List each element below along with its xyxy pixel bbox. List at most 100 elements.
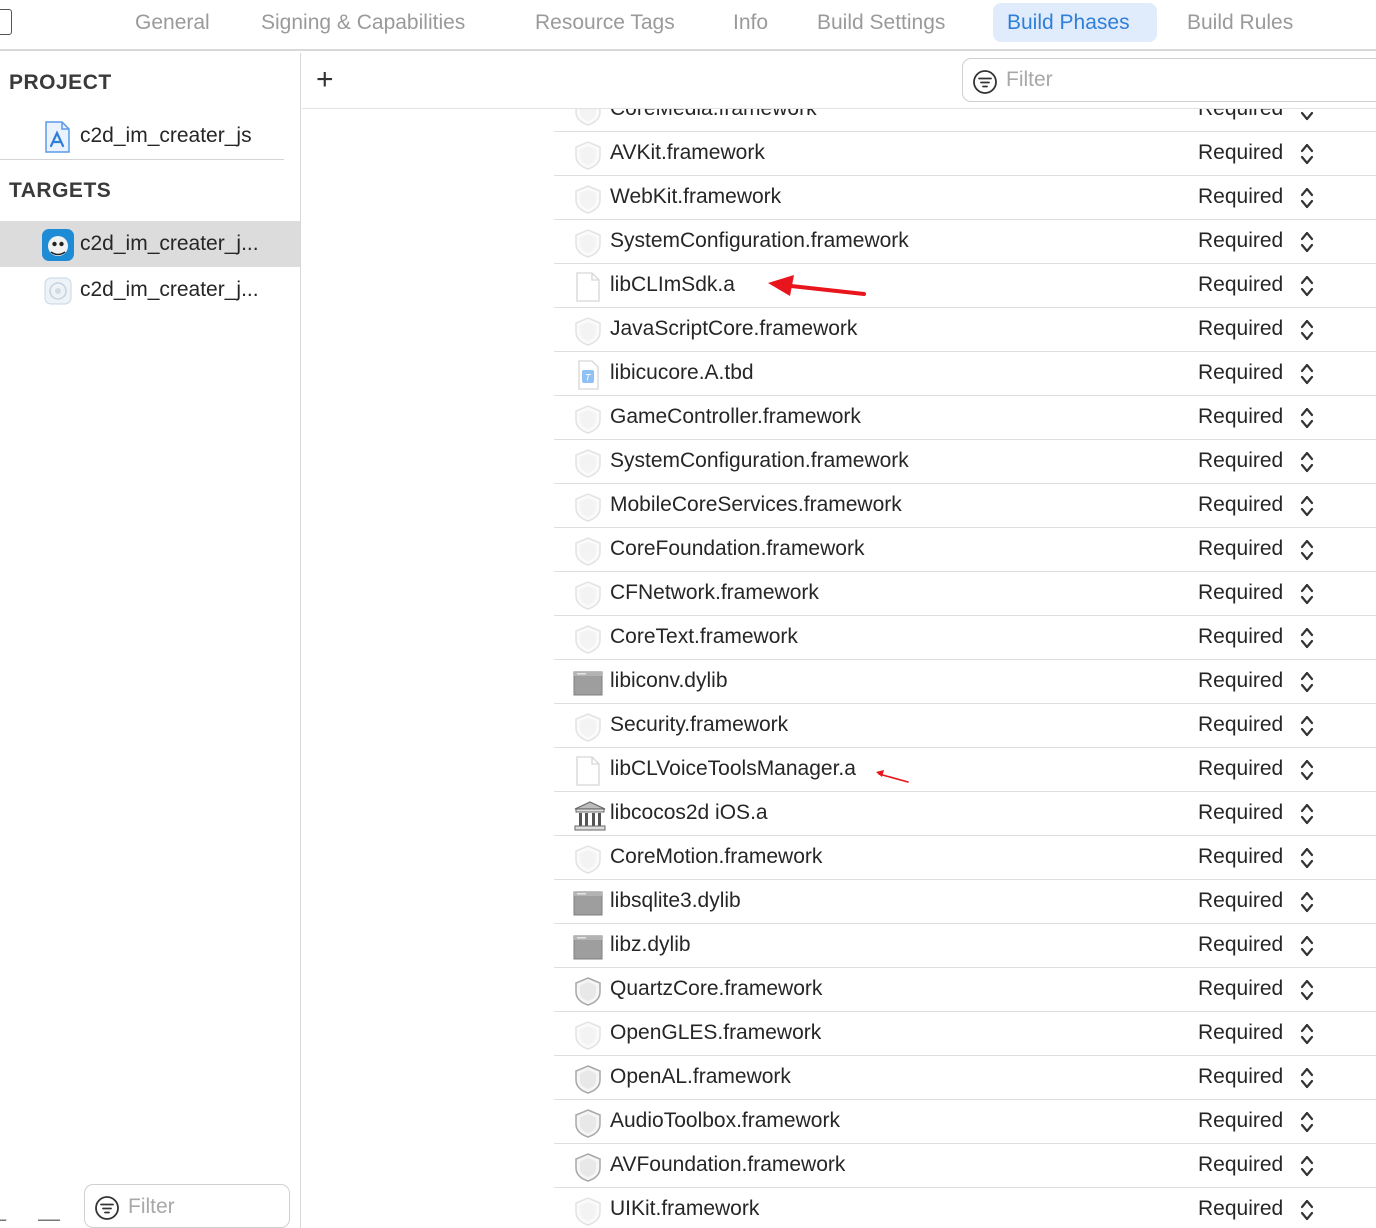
chevron-up-down-icon[interactable] [1300,625,1314,651]
chevron-up-down-icon[interactable] [1300,757,1314,783]
framework-dark-icon [573,1152,603,1182]
tab-build-phases[interactable]: Build Phases [993,3,1157,42]
chevron-up-down-icon[interactable] [1300,669,1314,695]
library-status-popup[interactable]: Required [1198,713,1283,737]
tab-general[interactable]: General [121,3,224,42]
sidebar-add-icon[interactable]: – [0,1206,6,1228]
chevron-up-down-icon[interactable] [1300,185,1314,211]
chevron-up-down-icon[interactable] [1300,141,1314,167]
library-status-popup[interactable]: Required [1198,141,1283,165]
library-row[interactable]: AVFoundation.framework Required [554,1144,1376,1188]
library-name: libCLImSdk.a [610,273,735,296]
library-row[interactable]: AudioToolbox.framework Required [554,1100,1376,1144]
editor-filter-field[interactable]: Filter [962,58,1376,102]
library-row[interactable]: QuartzCore.framework Required [554,968,1376,1012]
library-row[interactable]: UIKit.framework Required [554,1188,1376,1228]
library-status-popup[interactable]: Required [1198,317,1283,341]
framework-icon [573,1196,603,1226]
chevron-up-down-icon[interactable] [1300,361,1314,387]
chevron-up-down-icon[interactable] [1300,713,1314,739]
library-status-popup[interactable]: Required [1198,361,1283,385]
library-status-popup[interactable]: Required [1198,933,1283,957]
library-name: SystemConfiguration.framework [610,229,909,252]
library-status-popup[interactable]: Required [1198,669,1283,693]
library-status-popup[interactable]: Required [1198,405,1283,429]
chevron-up-down-icon[interactable] [1300,1109,1314,1135]
sidebar-bottom-bar: – — Filter [0,1184,300,1228]
library-status-popup[interactable]: Required [1198,1065,1283,1089]
sidebar-toggle-edge[interactable] [0,9,12,35]
chevron-up-down-icon[interactable] [1300,845,1314,871]
chevron-up-down-icon[interactable] [1300,405,1314,431]
library-status-popup[interactable]: Required [1198,801,1283,825]
add-build-phase-button[interactable]: + [316,63,334,97]
library-status-popup[interactable]: Required [1198,185,1283,209]
framework-icon [573,712,603,742]
library-status-popup[interactable]: Required [1198,757,1283,781]
library-row[interactable]: CFNetwork.framework Required [554,572,1376,616]
library-row[interactable]: OpenGLES.framework Required [554,1012,1376,1056]
sidebar-item-project[interactable]: c2d_im_creater_js [0,113,300,159]
library-row[interactable]: libsqlite3.dylib Required [554,880,1376,924]
library-status-popup[interactable]: Required [1198,977,1283,1001]
library-status-popup[interactable]: Required [1198,889,1283,913]
chevron-up-down-icon[interactable] [1300,229,1314,255]
tab-resource-tags[interactable]: Resource Tags [521,3,689,42]
chevron-up-down-icon[interactable] [1300,801,1314,827]
library-name: SystemConfiguration.framework [610,449,909,472]
library-status-popup[interactable]: Required [1198,449,1283,473]
tab-build-settings[interactable]: Build Settings [803,3,959,42]
tab-signing-capabilities[interactable]: Signing & Capabilities [247,3,479,42]
library-status-popup[interactable]: Required [1198,493,1283,517]
library-row[interactable]: SystemConfiguration.framework Required [554,440,1376,484]
library-status-popup[interactable]: Required [1198,1109,1283,1133]
library-row[interactable]: MobileCoreServices.framework Required [554,484,1376,528]
chevron-up-down-icon[interactable] [1300,889,1314,915]
library-row[interactable]: CoreText.framework Required [554,616,1376,660]
chevron-up-down-icon[interactable] [1300,1197,1314,1223]
chevron-up-down-icon[interactable] [1300,493,1314,519]
file-icon [573,756,603,786]
chevron-up-down-icon[interactable] [1300,537,1314,563]
sidebar-item-target-second[interactable]: c2d_im_creater_j... [0,267,300,313]
library-status-popup[interactable]: Required [1198,537,1283,561]
library-row[interactable]: libcocos2d iOS.a Required [554,792,1376,836]
library-status-popup[interactable]: Required [1198,1153,1283,1177]
chevron-up-down-icon[interactable] [1300,1153,1314,1179]
chevron-up-down-icon[interactable] [1300,273,1314,299]
chevron-up-down-icon[interactable] [1300,977,1314,1003]
sidebar-remove-icon[interactable]: — [38,1206,60,1228]
library-row[interactable]: JavaScriptCore.framework Required [554,308,1376,352]
chevron-up-down-icon[interactable] [1300,581,1314,607]
library-row[interactable]: libCLImSdk.a Required [554,264,1376,308]
library-row[interactable]: SystemConfiguration.framework Required [554,220,1376,264]
chevron-up-down-icon[interactable] [1300,1021,1314,1047]
library-status-popup[interactable]: Required [1198,845,1283,869]
library-row[interactable]: AVKit.framework Required [554,132,1376,176]
library-status-popup[interactable]: Required [1198,273,1283,297]
library-row[interactable]: Tlibicucore.A.tbd Required [554,352,1376,396]
chevron-up-down-icon[interactable] [1300,317,1314,343]
library-row[interactable]: CoreMotion.framework Required [554,836,1376,880]
library-row[interactable]: libCLVoiceToolsManager.a Required [554,748,1376,792]
chevron-up-down-icon[interactable] [1300,449,1314,475]
sidebar-item-target-app[interactable]: c2d_im_creater_j... [0,221,300,267]
library-row[interactable]: Security.framework Required [554,704,1376,748]
library-row[interactable]: libiconv.dylib Required [554,660,1376,704]
tab-info[interactable]: Info [719,3,782,42]
library-status-popup[interactable]: Required [1198,1197,1283,1221]
library-status-popup[interactable]: Required [1198,1021,1283,1045]
dylib-icon [573,932,603,962]
library-row[interactable]: libz.dylib Required [554,924,1376,968]
library-status-popup[interactable]: Required [1198,229,1283,253]
library-status-popup[interactable]: Required [1198,581,1283,605]
library-row[interactable]: WebKit.framework Required [554,176,1376,220]
sidebar-filter-field[interactable]: Filter [84,1184,290,1228]
library-row[interactable]: GameController.framework Required [554,396,1376,440]
library-status-popup[interactable]: Required [1198,625,1283,649]
library-row[interactable]: OpenAL.framework Required [554,1056,1376,1100]
chevron-up-down-icon[interactable] [1300,1065,1314,1091]
chevron-up-down-icon[interactable] [1300,933,1314,959]
library-row[interactable]: CoreFoundation.framework Required [554,528,1376,572]
tab-build-rules[interactable]: Build Rules [1173,3,1307,42]
